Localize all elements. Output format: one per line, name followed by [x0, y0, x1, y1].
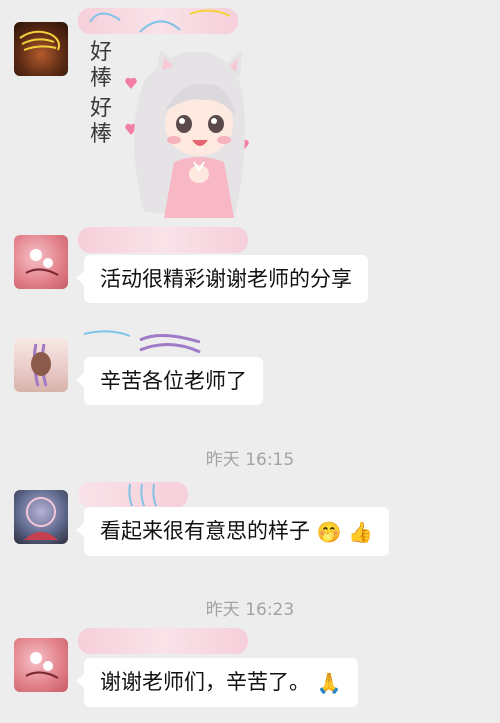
message-row: 谢谢老师们，辛苦了。 🙏 — [0, 628, 500, 723]
message-row: 活动很精彩谢谢老师的分享 — [0, 225, 500, 320]
sticker-girl[interactable]: 好棒 好棒 — [84, 12, 260, 218]
message-text: 辛苦各位老师了 — [100, 369, 247, 393]
message-bubble[interactable]: 谢谢老师们，辛苦了。 🙏 — [76, 658, 358, 707]
timestamp: 昨天 16:23 — [205, 600, 295, 620]
message-text: 谢谢老师们，辛苦了。 — [100, 670, 310, 694]
sender-name-redacted — [78, 227, 248, 253]
sticker-text-bottom: 好棒 — [90, 96, 113, 147]
avatar[interactable] — [14, 22, 68, 76]
sticker-text-top: 好棒 — [90, 40, 113, 91]
name-scribble-lines — [128, 483, 157, 507]
avatar[interactable] — [14, 490, 68, 544]
message-bubble[interactable]: 活动很精彩谢谢老师的分享 — [76, 255, 368, 303]
emoji-folded-hands: 🙏 — [316, 671, 342, 695]
message-bubble[interactable]: 辛苦各位老师了 — [76, 357, 263, 405]
message-text: 看起来很有意思的样子 — [100, 519, 310, 543]
message-text: 活动很精彩谢谢老师的分享 — [100, 267, 352, 291]
avatar[interactable] — [14, 638, 68, 692]
emoji-hand-over-mouth: 🤭 — [316, 520, 342, 544]
avatar[interactable] — [14, 235, 68, 289]
sender-name-redacted — [78, 628, 248, 654]
timestamp: 昨天 16:15 — [205, 450, 295, 470]
emoji-thumbs-up: 👍 — [348, 520, 374, 544]
message-row: 好棒 好棒 — [0, 0, 500, 225]
chat-window: 好棒 好棒 活动很精彩谢谢老师的分享 辛苦各位老师了 昨天 16:15 看起来很… — [0, 0, 500, 723]
message-row: 看起来很有意思的样子 🤭 👍 — [0, 480, 500, 585]
message-row: 辛苦各位老师了 — [0, 320, 500, 420]
message-bubble[interactable]: 看起来很有意思的样子 🤭 👍 — [75, 507, 390, 556]
avatar[interactable] — [14, 338, 68, 392]
